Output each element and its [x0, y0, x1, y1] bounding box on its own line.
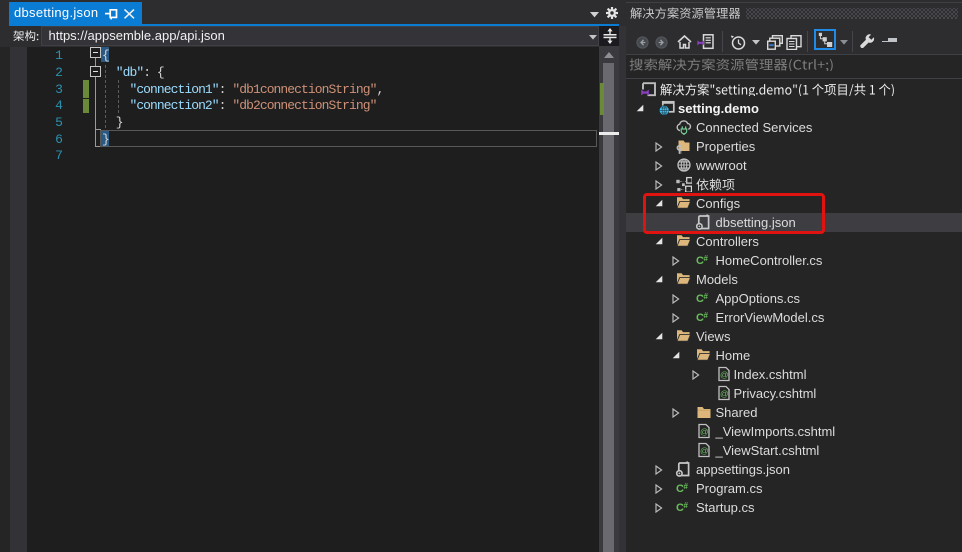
svg-text:@: @	[700, 446, 709, 456]
svg-text:#: #	[683, 501, 688, 510]
svg-text:#: #	[703, 311, 708, 320]
svg-text:@: @	[720, 389, 729, 399]
svg-text:#: #	[683, 482, 688, 491]
svg-text:@: @	[700, 427, 709, 437]
svg-text:@: @	[720, 370, 729, 380]
svg-text:#: #	[703, 292, 708, 301]
svg-text:#: #	[703, 254, 708, 263]
